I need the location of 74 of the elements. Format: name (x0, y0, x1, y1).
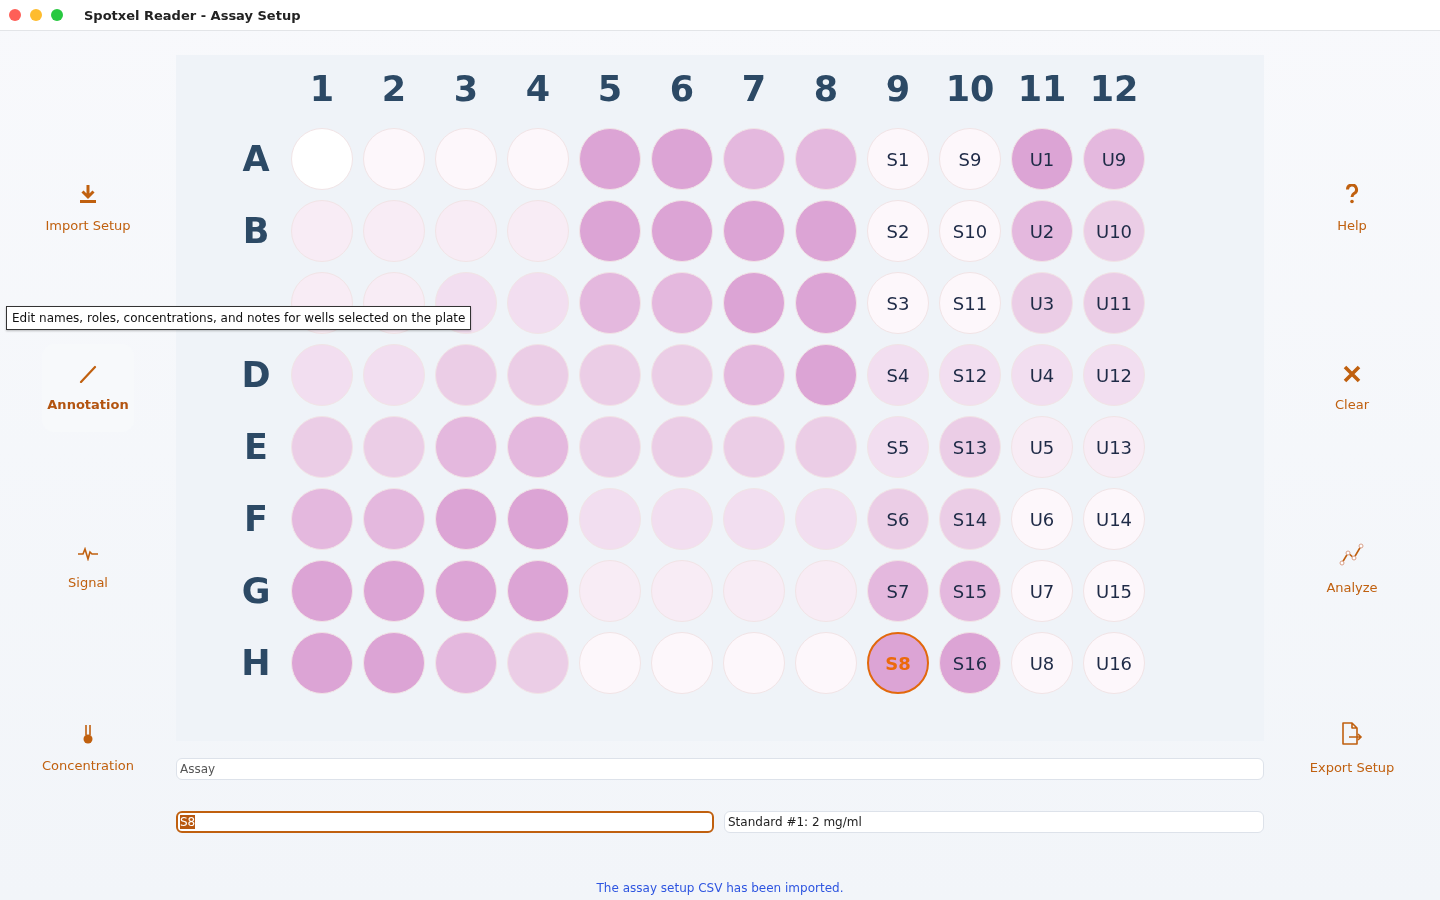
well[interactable]: U16 (1083, 632, 1145, 694)
column-header: 4 (524, 69, 552, 109)
sidebar-button[interactable]: Analyze (1306, 524, 1398, 612)
download-icon (79, 183, 97, 204)
window-title: Spotxel Reader - Assay Setup (84, 7, 301, 23)
column-header: 7 (740, 69, 768, 109)
well[interactable]: S2 (867, 200, 929, 262)
well[interactable]: S14 (939, 488, 1001, 550)
line-chart-icon (1339, 541, 1365, 566)
well[interactable]: U4 (1011, 344, 1073, 406)
well[interactable]: U7 (1011, 560, 1073, 622)
well[interactable]: S11 (939, 272, 1001, 334)
file-export-icon (1340, 721, 1364, 746)
column-header: 12 (1088, 69, 1140, 109)
well[interactable]: S3 (867, 272, 929, 334)
sidebar-button[interactable]: Help (1306, 164, 1398, 252)
sidebar-button[interactable]: Export Setup (1306, 704, 1398, 792)
row-header: A (241, 139, 271, 179)
column-header: 10 (944, 69, 996, 109)
well[interactable]: S1 (867, 128, 929, 190)
well[interactable]: U5 (1011, 416, 1073, 478)
row-header: B (241, 211, 271, 251)
assay-field[interactable]: Assay (176, 758, 1264, 780)
well[interactable]: U9 (1083, 128, 1145, 190)
column-header: 9 (884, 69, 912, 109)
well[interactable]: S15 (939, 560, 1001, 622)
well[interactable]: U10 (1083, 200, 1145, 262)
tooltip: Edit names, roles, concentrations, and notes for wells selected on the plate (6, 306, 472, 330)
sidebar-button[interactable]: Signal (42, 524, 134, 612)
well[interactable]: U8 (1011, 632, 1073, 694)
question-mark-icon (1345, 183, 1359, 204)
well[interactable]: U2 (1011, 200, 1073, 262)
well[interactable]: U6 (1011, 488, 1073, 550)
well[interactable]: S7 (867, 560, 929, 622)
well[interactable]: U1 (1011, 128, 1073, 190)
well[interactable]: S5 (867, 416, 929, 478)
sidebar-button[interactable]: Concentration (42, 704, 134, 792)
column-header: 8 (812, 69, 840, 109)
row-header: D (240, 355, 272, 395)
well[interactable]: U14 (1083, 488, 1145, 550)
column-header: 6 (668, 69, 696, 109)
close-window-button[interactable] (9, 9, 21, 21)
thermometer-icon (82, 723, 94, 744)
minimize-window-button[interactable] (30, 9, 42, 21)
column-header: 2 (380, 69, 408, 109)
sidebar-button[interactable]: Clear (1306, 344, 1398, 432)
well[interactable]: S9 (939, 128, 1001, 190)
well-note-field[interactable]: Standard #1: 2 mg/ml (724, 811, 1264, 833)
status-message: The assay setup CSV has been imported. (595, 881, 845, 895)
well[interactable]: U11 (1083, 272, 1145, 334)
row-header: F (243, 499, 269, 539)
row-header: G (240, 571, 272, 611)
well-name-field[interactable]: S8 (176, 811, 714, 833)
well[interactable]: S13 (939, 416, 1001, 478)
well[interactable]: U12 (1083, 344, 1145, 406)
well[interactable]: S10 (939, 200, 1001, 262)
well[interactable]: U15 (1083, 560, 1145, 622)
close-icon (1343, 364, 1361, 383)
column-header: 3 (452, 69, 480, 109)
well[interactable]: S16 (939, 632, 1001, 694)
column-header: 1 (308, 69, 336, 109)
well[interactable]: S6 (867, 488, 929, 550)
sidebar-button[interactable]: Import Setup (42, 164, 134, 252)
well[interactable]: S12 (939, 344, 1001, 406)
column-header: 5 (596, 69, 624, 109)
well[interactable]: U13 (1083, 416, 1145, 478)
row-header: E (243, 427, 269, 467)
pencil-icon (79, 364, 97, 383)
row-header: H (240, 643, 272, 683)
well[interactable]: S4 (867, 344, 929, 406)
column-header: 11 (1016, 69, 1068, 109)
well[interactable]: U3 (1011, 272, 1073, 334)
zoom-window-button[interactable] (51, 9, 63, 21)
pulse-icon (78, 546, 98, 561)
